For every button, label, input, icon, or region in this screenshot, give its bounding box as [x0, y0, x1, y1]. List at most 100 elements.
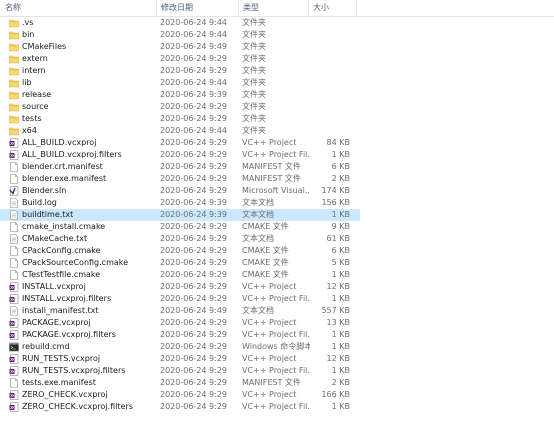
file-size: 1 KB: [331, 294, 350, 303]
file-row[interactable]: lib 2020-06-24 9:44 文件夹: [0, 77, 360, 89]
file-row[interactable]: tests 2020-06-24 9:29 文件夹: [0, 113, 360, 125]
file-name: cmake_install.cmake: [22, 222, 106, 231]
file-row[interactable]: rebuild.cmd 2020-06-24 9:29 Windows 命令脚本 1 …: [0, 341, 360, 353]
file-type: VC++ Project: [242, 318, 297, 327]
file-type: VC++ Project: [242, 390, 297, 399]
file-date: 2020-06-24 9:49: [160, 42, 227, 51]
file-row[interactable]: install_manifest.txt 2020-06-24 9:49 文本文档 5…: [0, 305, 360, 317]
file-type: VC++ Project Fil...: [242, 402, 310, 411]
file-date: 2020-06-24 9:29: [160, 342, 227, 351]
file-date: 2020-06-24 9:29: [160, 378, 227, 387]
file-row[interactable]: ZERO_CHECK.vcxproj.filters 2020-06-24 9:2…: [0, 401, 360, 413]
file-date: 2020-06-24 9:29: [160, 270, 227, 279]
vcxproj-icon: [9, 390, 19, 400]
file-row[interactable]: buildtime.txt 2020-06-24 9:39 文本文档 1 KB: [0, 209, 360, 221]
file-row[interactable]: .vs 2020-06-24 9:44 文件夹: [0, 17, 360, 29]
file-row[interactable]: ALL_BUILD.vcxproj.filters 2020-06-24 9:29…: [0, 149, 360, 161]
document-icon: [9, 258, 19, 268]
folder-icon: [9, 114, 19, 124]
file-row[interactable]: ALL_BUILD.vcxproj 2020-06-24 9:29 VC++ Pro…: [0, 137, 360, 149]
file-size: 12 KB: [326, 282, 350, 291]
file-row[interactable]: CPackSourceConfig.cmake 2020-06-24 9:29 CM…: [0, 257, 360, 269]
file-date: 2020-06-24 9:29: [160, 162, 227, 171]
folder-icon: [9, 126, 19, 136]
text-file-icon: [9, 234, 19, 244]
file-type: VC++ Project Fil...: [242, 150, 310, 159]
document-icon: [9, 270, 19, 280]
file-row[interactable]: RUN_TESTS.vcxproj 2020-06-24 9:29 VC++ Pro…: [0, 353, 360, 365]
file-row[interactable]: Build.log 2020-06-24 9:39 文本文档 156 KB: [0, 197, 360, 209]
file-row[interactable]: blender.crt.manifest 2020-06-24 9:29 MANIF…: [0, 161, 360, 173]
file-name: release: [22, 90, 52, 99]
file-type: 文件夹: [242, 126, 266, 135]
file-type: VC++ Project Fil...: [242, 330, 310, 339]
column-header-size[interactable]: 大小: [308, 0, 356, 16]
file-row[interactable]: cmake_install.cmake 2020-06-24 9:29 CMAKE …: [0, 221, 360, 233]
file-size: 174 KB: [321, 186, 350, 195]
file-name: tests: [22, 114, 42, 123]
file-name: RUN_TESTS.vcxproj.filters: [22, 366, 126, 375]
file-name: PACKAGE.vcxproj: [22, 318, 91, 327]
file-row[interactable]: Blender.sln 2020-06-24 9:29 Microsoft Visu…: [0, 185, 360, 197]
file-type: 文件夹: [242, 90, 266, 99]
column-header: 名称 修改日期 类型 大小: [0, 0, 554, 17]
file-row[interactable]: CMakeCache.txt 2020-06-24 9:29 文本文档 61 KB: [0, 233, 360, 245]
column-divider[interactable]: [356, 2, 357, 14]
file-row[interactable]: blender.exe.manifest 2020-06-24 9:29 MANIF…: [0, 173, 360, 185]
file-row[interactable]: INSTALL.vcxproj 2020-06-24 9:29 VC++ Proje…: [0, 281, 360, 293]
vcxproj-icon: [9, 138, 19, 148]
file-size: [312, 17, 350, 29]
vcxproj-icon: [9, 150, 19, 160]
file-type: 文件夹: [242, 42, 266, 51]
file-size: [312, 65, 350, 77]
file-name: ZERO_CHECK.vcxproj.filters: [22, 402, 133, 411]
file-date: 2020-06-24 9:29: [160, 186, 227, 195]
file-name: INSTALL.vcxproj: [22, 282, 86, 291]
file-date: 2020-06-24 9:29: [160, 222, 227, 231]
file-row[interactable]: ZERO_CHECK.vcxproj 2020-06-24 9:29 VC++ Pr…: [0, 389, 360, 401]
file-size: 12 KB: [326, 354, 350, 363]
file-row[interactable]: PACKAGE.vcxproj.filters 2020-06-24 9:29 VC…: [0, 329, 360, 341]
file-type: 文本文档: [242, 210, 274, 219]
file-date: 2020-06-24 9:44: [160, 30, 227, 39]
vcxproj-icon: [9, 318, 19, 328]
document-icon: [9, 378, 19, 388]
file-row[interactable]: x64 2020-06-24 9:44 文件夹: [0, 125, 360, 137]
file-row[interactable]: release 2020-06-24 9:39 文件夹: [0, 89, 360, 101]
file-row[interactable]: bin 2020-06-24 9:44 文件夹: [0, 29, 360, 41]
file-row[interactable]: INSTALL.vcxproj.filters 2020-06-24 9:29 VC…: [0, 293, 360, 305]
file-name: CTestTestfile.cmake: [22, 270, 101, 279]
file-size: [312, 41, 350, 53]
folder-icon: [9, 54, 19, 64]
column-header-date[interactable]: 修改日期: [156, 0, 238, 16]
file-date: 2020-06-24 9:44: [160, 18, 227, 27]
file-row[interactable]: source 2020-06-24 9:29 文件夹: [0, 101, 360, 113]
file-row[interactable]: CMakeFiles 2020-06-24 9:49 文件夹: [0, 41, 360, 53]
file-row[interactable]: CPackConfig.cmake 2020-06-24 9:29 CMAKE 文件…: [0, 245, 360, 257]
file-name: CMakeCache.txt: [22, 234, 88, 243]
file-date: 2020-06-24 9:49: [160, 306, 227, 315]
file-date: 2020-06-24 9:44: [160, 78, 227, 87]
file-row[interactable]: extern 2020-06-24 9:29 文件夹: [0, 53, 360, 65]
file-type: VC++ Project: [242, 354, 297, 363]
file-size: 2 KB: [331, 174, 350, 183]
text-file-icon: [9, 210, 19, 220]
file-name: CMakeFiles: [22, 42, 67, 51]
file-row[interactable]: intern 2020-06-24 9:29 文件夹: [0, 65, 360, 77]
file-size: [312, 101, 350, 113]
file-row[interactable]: CTestTestfile.cmake 2020-06-24 9:29 CMAKE …: [0, 269, 360, 281]
file-row[interactable]: PACKAGE.vcxproj 2020-06-24 9:29 VC++ Proje…: [0, 317, 360, 329]
column-header-type[interactable]: 类型: [238, 0, 308, 16]
file-date: 2020-06-24 9:29: [160, 330, 227, 339]
file-date: 2020-06-24 9:39: [160, 90, 227, 99]
file-row[interactable]: RUN_TESTS.vcxproj.filters 2020-06-24 9:29…: [0, 365, 360, 377]
file-type: Microsoft Visual...: [242, 186, 310, 195]
file-date: 2020-06-24 9:29: [160, 402, 227, 411]
file-type: 文件夹: [242, 54, 266, 63]
file-size: [312, 29, 350, 41]
file-date: 2020-06-24 9:29: [160, 246, 227, 255]
column-header-name[interactable]: 名称: [0, 0, 156, 16]
file-row[interactable]: tests.exe.manifest 2020-06-24 9:29 MANIFES…: [0, 377, 360, 389]
file-type: CMAKE 文件: [242, 246, 289, 255]
folder-icon: [9, 30, 19, 40]
